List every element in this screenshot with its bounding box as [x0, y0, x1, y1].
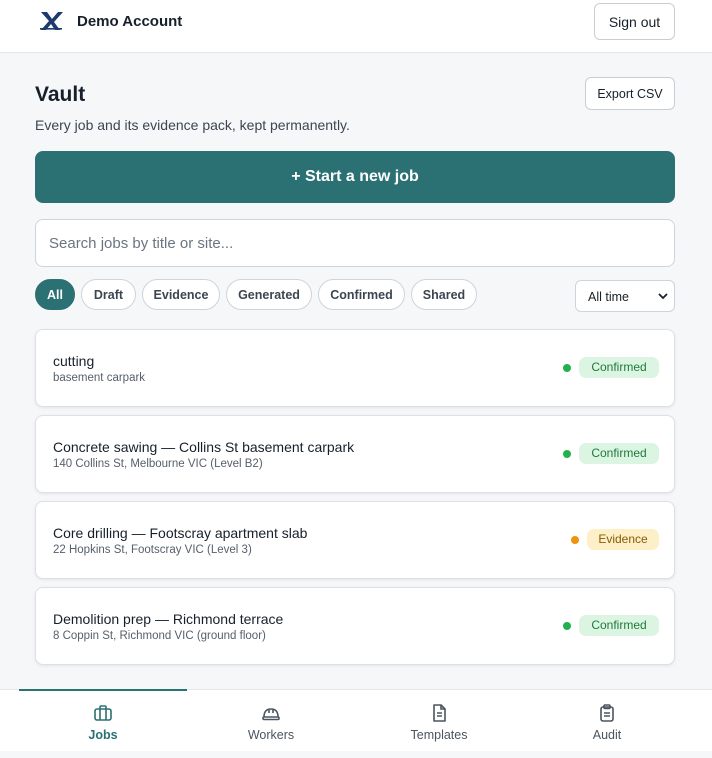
export-csv-button[interactable]: Export CSV — [585, 77, 675, 110]
filter-chip-draft[interactable]: Draft — [81, 279, 136, 310]
job-site: 140 Collins St, Melbourne VIC (Level B2) — [53, 458, 263, 470]
page-title: Vault — [35, 83, 86, 106]
status-badge: Evidence — [587, 529, 659, 550]
nav-label-audit: Audit — [592, 728, 622, 742]
job-card[interactable]: Demolition prep — Richmond terrace 8 Cop… — [35, 587, 675, 665]
status-dot — [563, 364, 571, 372]
account-name: Demo Account — [77, 13, 183, 30]
time-filter-select[interactable]: All time — [575, 280, 675, 312]
time-filter-value: All time — [588, 290, 629, 304]
start-new-job-button[interactable]: + Start a new job — [35, 151, 675, 203]
sign-out-button[interactable]: Sign out — [594, 3, 675, 40]
brand-logo-icon — [40, 12, 63, 30]
document-icon — [433, 704, 446, 722]
hard-hat-icon — [262, 708, 280, 721]
job-title: cutting — [53, 353, 95, 369]
nav-item-audit[interactable]: Audit — [523, 690, 691, 752]
nav-label-templates: Templates — [410, 728, 468, 742]
job-title: Demolition prep — Richmond terrace — [53, 611, 284, 627]
filter-chip-generated[interactable]: Generated — [226, 279, 312, 310]
status-dot — [563, 622, 571, 630]
bottom-nav: Jobs Workers Templates Audit — [0, 689, 712, 751]
job-card[interactable]: cutting basement carpark Confirmed — [35, 329, 675, 407]
job-site: basement carpark — [53, 372, 146, 384]
nav-label-jobs: Jobs — [88, 728, 118, 742]
briefcase-icon — [94, 705, 112, 721]
status-dot — [571, 536, 579, 544]
filter-chip-evidence[interactable]: Evidence — [142, 279, 220, 310]
filter-chip-all[interactable]: All — [35, 279, 75, 310]
nav-item-workers[interactable]: Workers — [187, 690, 355, 752]
clipboard-icon — [600, 704, 614, 722]
status-badge: Confirmed — [579, 443, 659, 464]
search-input[interactable] — [35, 219, 675, 267]
page-subtitle: Every job and its evidence pack, kept pe… — [35, 117, 350, 133]
job-site: 8 Coppin St, Richmond VIC (ground floor) — [53, 630, 266, 642]
job-site: 22 Hopkins St, Footscray VIC (Level 3) — [53, 544, 252, 556]
top-bar: Demo Account Sign out — [0, 0, 712, 53]
job-title: Core drilling — Footscray apartment slab — [53, 525, 308, 541]
filter-chip-confirmed[interactable]: Confirmed — [318, 279, 405, 310]
status-dot — [563, 450, 571, 458]
filter-chip-shared[interactable]: Shared — [411, 279, 477, 310]
nav-item-jobs[interactable]: Jobs — [19, 690, 187, 752]
chevron-down-icon — [658, 293, 668, 300]
job-card[interactable]: Concrete sawing — Collins St basement ca… — [35, 415, 675, 493]
status-badge: Confirmed — [579, 615, 659, 636]
nav-item-templates[interactable]: Templates — [355, 690, 523, 752]
nav-label-workers: Workers — [247, 728, 295, 742]
status-badge: Confirmed — [579, 357, 659, 378]
job-title: Concrete sawing — Collins St basement ca… — [53, 439, 355, 455]
job-card[interactable]: Core drilling — Footscray apartment slab… — [35, 501, 675, 579]
